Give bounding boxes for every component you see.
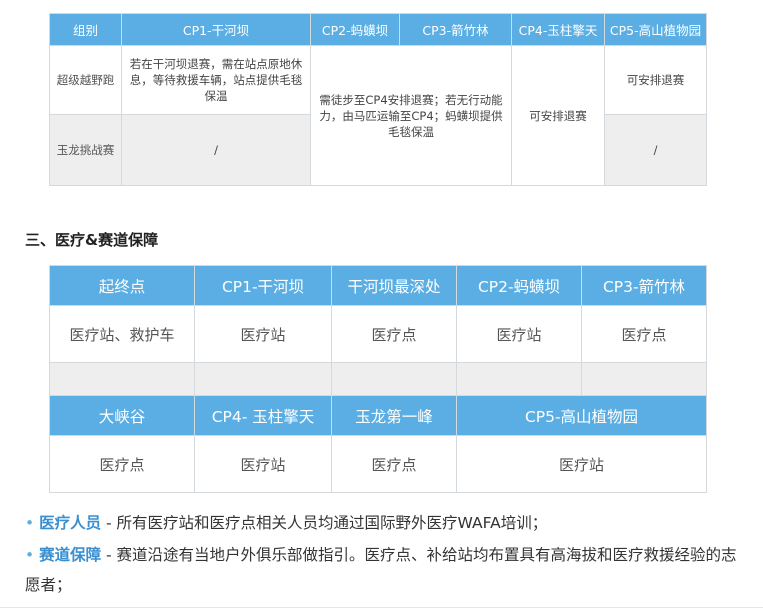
header-cell: 起终点 (49, 265, 195, 306)
group-cell: 玉龙挑战赛 (49, 114, 122, 186)
section-title: 三、医疗&赛道保障 (25, 231, 159, 249)
header-cell: CP5-高山植物园 (604, 13, 707, 46)
bullet-dot-icon: • (25, 514, 35, 532)
empty-cell (456, 362, 582, 396)
header-cell: CP2-蚂蟥坝 (456, 265, 582, 306)
empty-cell (49, 362, 195, 396)
header-cell: 玉龙第一峰 (331, 395, 457, 436)
header-cell: CP4- 玉柱擎天 (194, 395, 332, 436)
table-row: 医疗点 医疗站 医疗点 医疗站 (49, 435, 707, 493)
table-cell: 医疗站 (456, 435, 707, 493)
table-header-row: 大峡谷 CP4- 玉柱擎天 玉龙第一峰 CP5-高山植物园 (49, 395, 707, 436)
table-cell: 医疗点 (331, 305, 457, 363)
table-cell: 医疗点 (581, 305, 707, 363)
empty-cell (331, 362, 457, 396)
table-row-empty (49, 362, 707, 396)
bullet-term: 赛道保障 (39, 546, 102, 564)
retirement-table: 组别 CP1-干河坝 CP2-蚂蟥坝 CP3-箭竹林 CP4-玉柱擎天 CP5-… (49, 13, 707, 186)
header-cell: CP3-箭竹林 (581, 265, 707, 306)
bullet-dot-icon: • (25, 546, 35, 564)
divider (0, 607, 763, 608)
header-cell: CP1-干河坝 (194, 265, 332, 306)
group-cell: 超级越野跑 (49, 45, 122, 115)
empty-cell (194, 362, 332, 396)
table-row: 医疗站、救护车 医疗站 医疗点 医疗站 医疗点 (49, 305, 707, 363)
table-cell: 医疗站 (456, 305, 582, 363)
header-cell: CP3-箭竹林 (399, 13, 512, 46)
table-cell: 若在干河坝退赛，需在站点原地休息，等待救援车辆，站点提供毛毯保温 (121, 45, 311, 115)
table-cell: / (604, 114, 707, 186)
table-row: 超级越野跑 若在干河坝退赛，需在站点原地休息，等待救援车辆，站点提供毛毯保温 需… (49, 45, 707, 186)
table-cell: 可安排退赛 (511, 45, 605, 186)
table-header-row: 组别 CP1-干河坝 CP2-蚂蟥坝 CP3-箭竹林 CP4-玉柱擎天 CP5-… (49, 13, 707, 46)
table-cell: 医疗点 (49, 435, 195, 493)
header-cell: 大峡谷 (49, 395, 195, 436)
table-cell: 医疗站、救护车 (49, 305, 195, 363)
medical-table: 起终点 CP1-干河坝 干河坝最深处 CP2-蚂蟥坝 CP3-箭竹林 医疗站、救… (49, 265, 707, 493)
bullet-medical-staff: • 医疗人员 - 所有医疗站和医疗点相关人员均通过国际野外医疗WAFA培训； (25, 508, 740, 538)
empty-cell (581, 362, 707, 396)
header-cell: CP2-蚂蟥坝 (310, 13, 400, 46)
header-cell: 干河坝最深处 (331, 265, 457, 306)
table-cell: 医疗站 (194, 435, 332, 493)
header-cell: CP5-高山植物园 (456, 395, 707, 436)
bullet-course-support: • 赛道保障 - 赛道沿途有当地户外俱乐部做指引。医疗点、补给站均布置具有高海拔… (25, 540, 740, 600)
header-cell: CP4-玉柱擎天 (511, 13, 605, 46)
table-cell: / (121, 114, 311, 186)
table-cell: 可安排退赛 (604, 45, 707, 115)
bullet-text: - 所有医疗站和医疗点相关人员均通过国际野外医疗WAFA培训； (101, 514, 548, 532)
bullet-text: - 赛道沿途有当地户外俱乐部做指引。医疗点、补给站均布置具有高海拔和医疗救援经验… (25, 546, 737, 594)
table-cell: 需徒步至CP4安排退赛；若无行动能力，由马匹运输至CP4；蚂蟥坝提供毛毯保温 (310, 45, 512, 186)
table-header-row: 起终点 CP1-干河坝 干河坝最深处 CP2-蚂蟥坝 CP3-箭竹林 (49, 265, 707, 306)
header-cell: CP1-干河坝 (121, 13, 311, 46)
header-cell: 组别 (49, 13, 122, 46)
table-cell: 医疗点 (331, 435, 457, 493)
table-cell: 医疗站 (194, 305, 332, 363)
bullet-term: 医疗人员 (39, 514, 102, 532)
